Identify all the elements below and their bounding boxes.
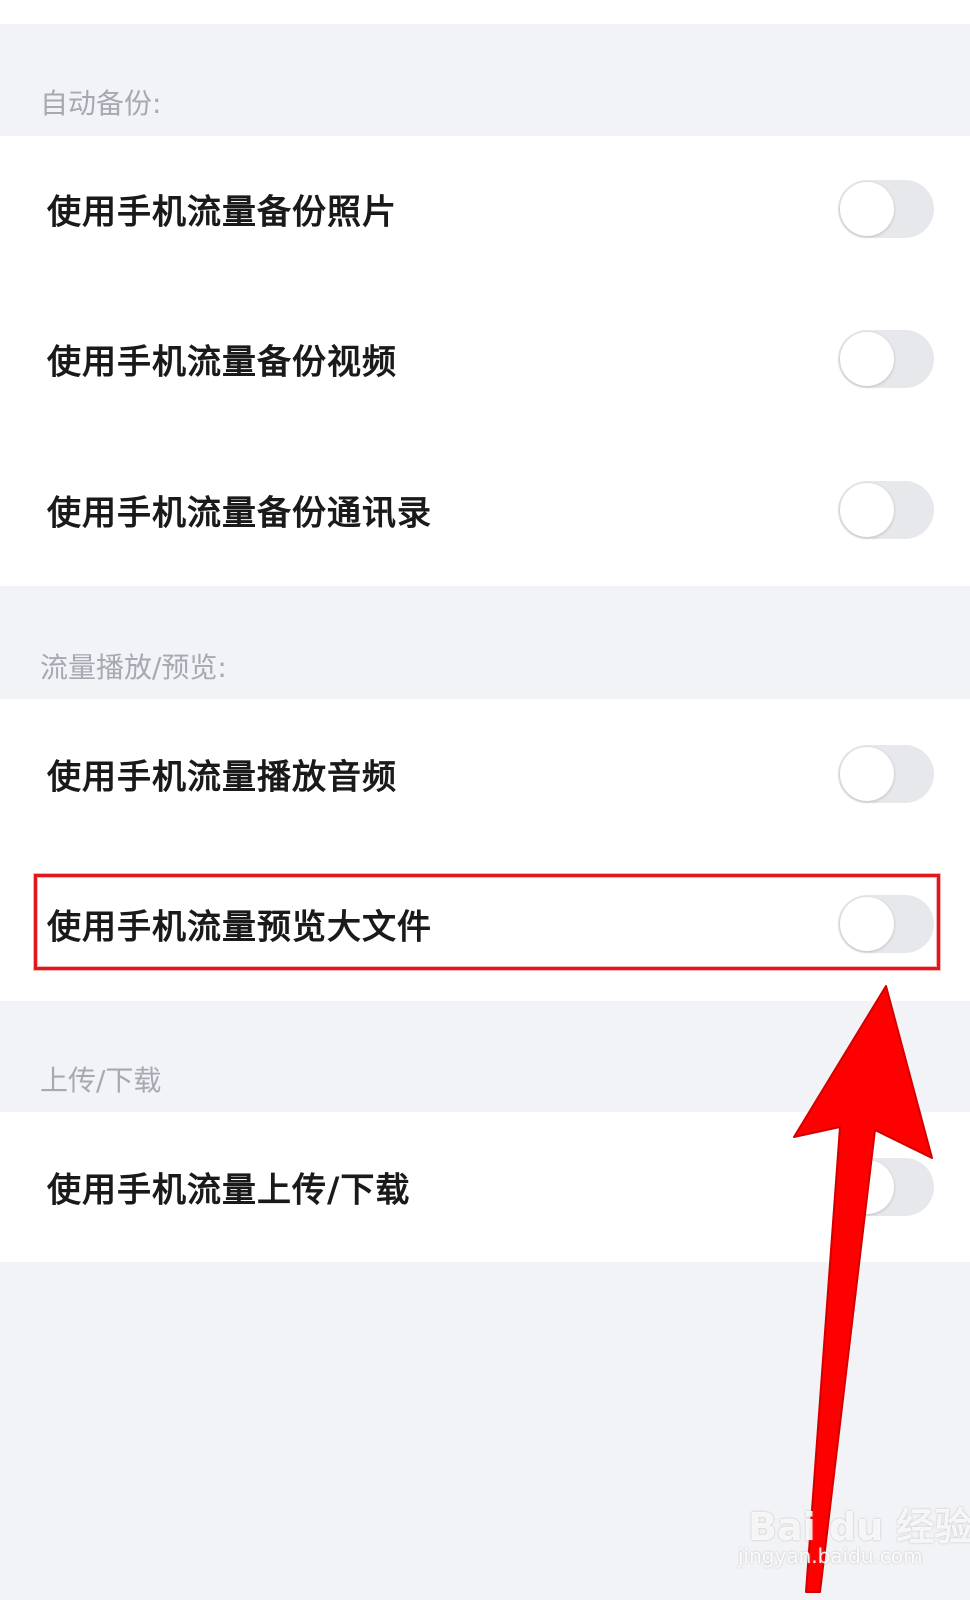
watermark-url: jingyan.baidu.com xyxy=(738,1544,923,1568)
switch-knob xyxy=(840,747,894,801)
switch-knob xyxy=(840,332,894,386)
switch-knob xyxy=(840,1160,894,1214)
setting-label: 使用手机流量备份通讯录 xyxy=(47,493,432,534)
toggle-switch-backup-photos[interactable] xyxy=(838,180,934,238)
switch-knob xyxy=(840,483,894,537)
baidu-jingyan-watermark: Bai du 经验 jingyan.baidu.com xyxy=(738,1496,970,1576)
toggle-switch-play-audio[interactable] xyxy=(838,745,934,803)
switch-knob xyxy=(840,182,894,236)
watermark-brand: Bai du 经验 xyxy=(748,1505,970,1549)
toggle-switch-backup-contacts[interactable] xyxy=(838,481,934,539)
toggle-switch-upload-download[interactable] xyxy=(838,1158,934,1216)
highlight-box xyxy=(34,874,940,970)
top-white-strip xyxy=(0,0,970,24)
toggle-switch-backup-videos[interactable] xyxy=(838,330,934,388)
setting-row-play-audio[interactable]: 使用手机流量播放音频 xyxy=(0,714,970,834)
section-header-auto-backup: 自动备份: xyxy=(40,87,162,120)
setting-label: 使用手机流量上传/下载 xyxy=(47,1170,411,1211)
setting-row-backup-photos[interactable]: 使用手机流量备份照片 xyxy=(0,149,970,269)
setting-label: 使用手机流量备份照片 xyxy=(47,192,397,233)
setting-label: 使用手机流量备份视频 xyxy=(47,342,397,383)
settings-group-upload-download: 使用手机流量上传/下载 xyxy=(0,1112,970,1262)
section-header-streaming-preview: 流量播放/预览: xyxy=(40,651,227,684)
setting-label: 使用手机流量播放音频 xyxy=(47,757,397,798)
settings-group-auto-backup: 使用手机流量备份照片 使用手机流量备份视频 使用手机流量备份通讯录 xyxy=(0,136,970,586)
setting-row-backup-contacts[interactable]: 使用手机流量备份通讯录 xyxy=(0,450,970,570)
setting-row-backup-videos[interactable]: 使用手机流量备份视频 xyxy=(0,299,970,419)
setting-row-upload-download[interactable]: 使用手机流量上传/下载 xyxy=(0,1127,970,1247)
section-header-upload-download: 上传/下载 xyxy=(40,1064,162,1097)
